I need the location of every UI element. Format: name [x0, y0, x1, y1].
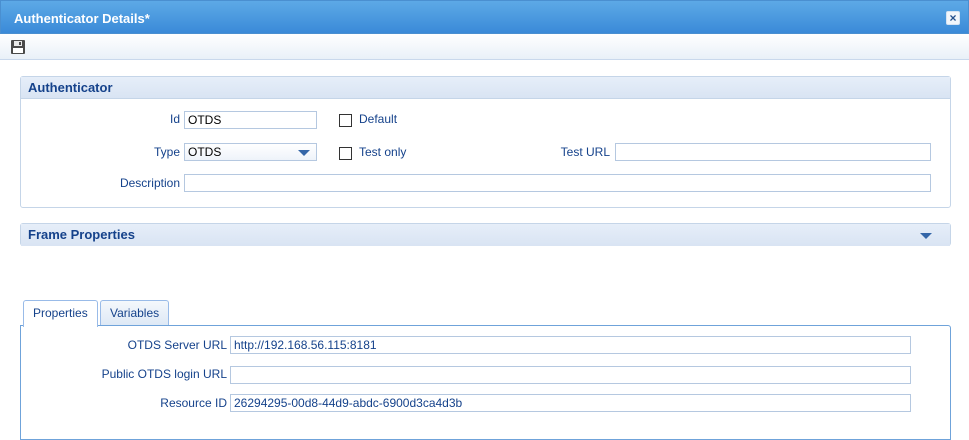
otds-server-url-field[interactable]: http://192.168.56.115:8181: [230, 336, 911, 354]
authenticator-panel: Authenticator Id OTDS Default Type OTDS …: [20, 76, 951, 208]
id-label: Id: [169, 112, 180, 126]
default-label: Default: [359, 112, 398, 126]
otds-server-url-label: OTDS Server URL: [127, 338, 227, 352]
description-field[interactable]: [184, 174, 931, 192]
window-titlebar: Authenticator Details* ×: [0, 0, 969, 34]
frame-properties-section-title: Frame Properties: [21, 224, 950, 246]
resource-id-label: Resource ID: [160, 396, 227, 410]
chevron-down-icon[interactable]: [298, 150, 310, 156]
resource-id-field[interactable]: 26294295-00d8-44d9-abdc-6900d3ca4d3b: [230, 394, 911, 412]
public-login-url-field[interactable]: [230, 366, 911, 384]
window-title: Authenticator Details*: [14, 11, 150, 26]
expand-chevron-icon[interactable]: [920, 233, 932, 239]
id-field[interactable]: OTDS: [184, 111, 317, 129]
frame-properties-panel[interactable]: Frame Properties: [20, 223, 951, 246]
properties-tab-panel: OTDS Server URL http://192.168.56.115:81…: [20, 325, 951, 440]
test-url-field[interactable]: [615, 143, 931, 161]
test-only-checkbox[interactable]: [339, 147, 352, 160]
authenticator-section-title: Authenticator: [21, 77, 950, 99]
toolbar: [0, 34, 969, 60]
description-label: Description: [119, 176, 180, 190]
type-select-value: OTDS: [188, 145, 222, 159]
save-icon[interactable]: [10, 39, 26, 55]
close-icon[interactable]: ×: [946, 11, 960, 25]
type-select[interactable]: OTDS: [184, 143, 317, 161]
public-login-url-label: Public OTDS login URL: [101, 367, 227, 381]
test-url-label: Test URL: [560, 145, 610, 159]
default-checkbox[interactable]: [339, 114, 352, 127]
tab-properties[interactable]: Properties: [23, 300, 98, 327]
test-only-label: Test only: [359, 145, 407, 159]
type-label: Type: [153, 145, 180, 159]
tab-variables[interactable]: Variables: [100, 300, 170, 326]
